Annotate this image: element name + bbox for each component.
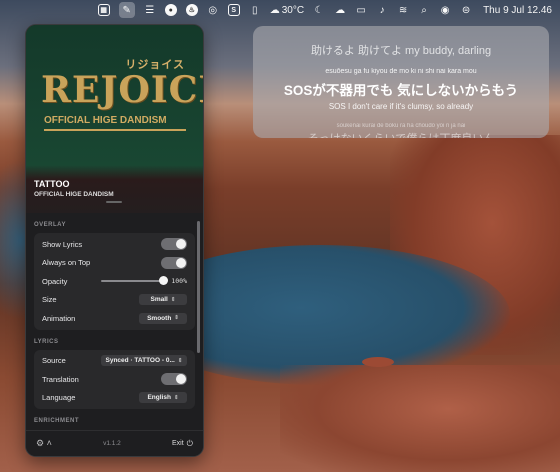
square-icon[interactable]: ▦ [97,4,110,16]
chevron-updown-icon: ⇕ [173,394,179,401]
album-rule [44,129,186,131]
settings-menu-button[interactable]: ⚙ ˄ [36,438,52,449]
background-islet [362,357,394,367]
exit-button[interactable]: Exit ⏻ [172,439,193,449]
opacity-label: Opacity [42,276,68,286]
language-label: Language [42,393,76,403]
album-title: REJOICE [41,69,203,111]
menu-bar-clock[interactable]: Thu 9 Jul 12.46 [483,5,552,16]
siri-icon[interactable]: ◉ [439,4,451,16]
animation-label: Animation [42,313,76,323]
size-select[interactable]: Small ⇕ [139,294,187,306]
control-center-icon[interactable]: ⊜ [460,4,472,16]
menu-bar: ▦ ✎ ☰ ● ♨ ◎ S ▯ ☁ 30°C ☾ ☁ ▭ ♪ ≋ ⌕ ◉ ⊜ T… [0,0,560,20]
battery-icon[interactable]: ▯ [249,4,261,16]
lyrics-previous-line: 助けるよ 助けてよ my buddy, darling [310,45,492,57]
language-row: Language English ⇕ [42,389,187,408]
gear-icon: ⚙ [36,438,45,448]
power-icon: ⏻ [186,438,193,448]
opacity-slider[interactable] [101,276,169,286]
lyrics-current-line: SOSが不器用でも 気にしないからもう [283,83,519,98]
opacity-slider-knob[interactable] [159,276,169,286]
chevron-updown-icon: ⇕ [174,315,179,322]
stack-icon[interactable]: ☰ [144,4,156,16]
settings-scrollbar[interactable] [197,221,200,353]
wand-icon[interactable]: ✎ [118,2,135,18]
chevron-updown-icon: ⇕ [170,296,176,303]
fire-icon[interactable]: ♨ [185,4,198,16]
app-panel: リジョイス REJOICE OFFICIAL HIGE DANDISM TATT… [25,24,204,457]
translation-label: Translation [42,374,79,384]
temperature-value: 30°C [281,4,305,16]
show-lyrics-label: Show Lyrics [42,239,83,249]
language-select-value: English [147,394,171,402]
source-select[interactable]: Synced · TATTOO - 0... ⇕ [101,355,187,367]
always-on-top-label: Always on Top [42,258,91,268]
always-on-top-row: Always on Top [42,254,187,273]
chevron-updown-icon: ⇕ [177,357,183,364]
lyrics-section-header: LYRICS [34,338,59,345]
source-select-value: Synced · TATTOO - 0... [105,357,175,365]
overlay-section-header: OVERLAY [34,222,66,228]
chevron-up-icon: ˄ [46,438,52,448]
size-select-value: Small [150,296,168,304]
show-lyrics-toggle[interactable] [161,238,187,251]
size-row: Size Small ⇕ [42,291,187,310]
translation-row: Translation [42,370,187,389]
wifi-icon[interactable]: ≋ [397,4,409,16]
cloud-icon: ☁ [269,4,280,16]
album-artist: OFFICIAL HIGE DANDISM [44,115,167,126]
animation-select[interactable]: Smooth ⇕ [139,312,187,324]
enrichment-section-header: ENRICHMENT [34,418,79,424]
now-playing: TATTOO OFFICIAL HIGE DANDISM [26,165,203,213]
size-label: Size [42,295,57,305]
animation-select-value: Smooth [147,314,172,322]
search-icon[interactable]: ⌕ [418,4,430,16]
display-icon[interactable]: ▭ [355,4,367,16]
translation-toggle[interactable] [161,373,187,386]
compass-icon[interactable]: ◎ [207,4,219,16]
animation-row: Animation Smooth ⇕ [42,309,187,328]
source-row: Source Synced · TATTOO - 0... ⇕ [42,352,187,371]
moon-icon[interactable]: ☾ [313,4,325,16]
source-label: Source [42,356,66,366]
speaker-icon[interactable]: ♪ [376,4,388,16]
opacity-row: Opacity 100% [42,272,187,291]
lyrics-settings-group: Source Synced · TATTOO - 0... ⇕ Translat… [34,349,195,409]
always-on-top-toggle[interactable] [161,256,187,269]
page-indicator [106,201,122,203]
cloud-fog-icon[interactable]: ☁ [334,4,346,16]
show-lyrics-row: Show Lyrics [42,235,187,254]
language-select[interactable]: English ⇕ [139,392,187,404]
lyrics-next-line: そっけないくらいで僕らは丁度良いん [253,130,549,138]
lyrics-current-translation: SOS I don't care if it's clumsy, so alre… [328,102,474,111]
track-title: TATTOO [34,179,70,189]
background-rock [280,365,560,472]
panel-footer: ⚙ ˄ v1.1.2 Exit ⏻ [26,430,203,456]
lyrics-next-romaji: soukenai kurai de boku ra ha chōudo yoi … [336,123,466,129]
opacity-value: 100% [171,277,187,286]
github-icon[interactable]: ● [164,4,177,16]
overlay-settings-group: Show Lyrics Always on Top Opacity 100% S… [34,233,195,330]
settings-list[interactable]: OVERLAY Show Lyrics Always on Top Opacit… [26,213,203,429]
lyrics-overlay[interactable]: 助けるよ 助けてよ my buddy, darling esuōesu ga f… [253,26,549,138]
weather-widget[interactable]: ☁ 30°C [270,5,304,16]
app-version: v1.1.2 [103,440,121,447]
s-app-icon[interactable]: S [227,4,240,16]
exit-label: Exit [171,440,184,447]
track-artist: OFFICIAL HIGE DANDISM [34,191,114,198]
lyrics-current-romaji: esuōesu ga fu kiyou de mo ki ni shi nai … [325,68,477,75]
